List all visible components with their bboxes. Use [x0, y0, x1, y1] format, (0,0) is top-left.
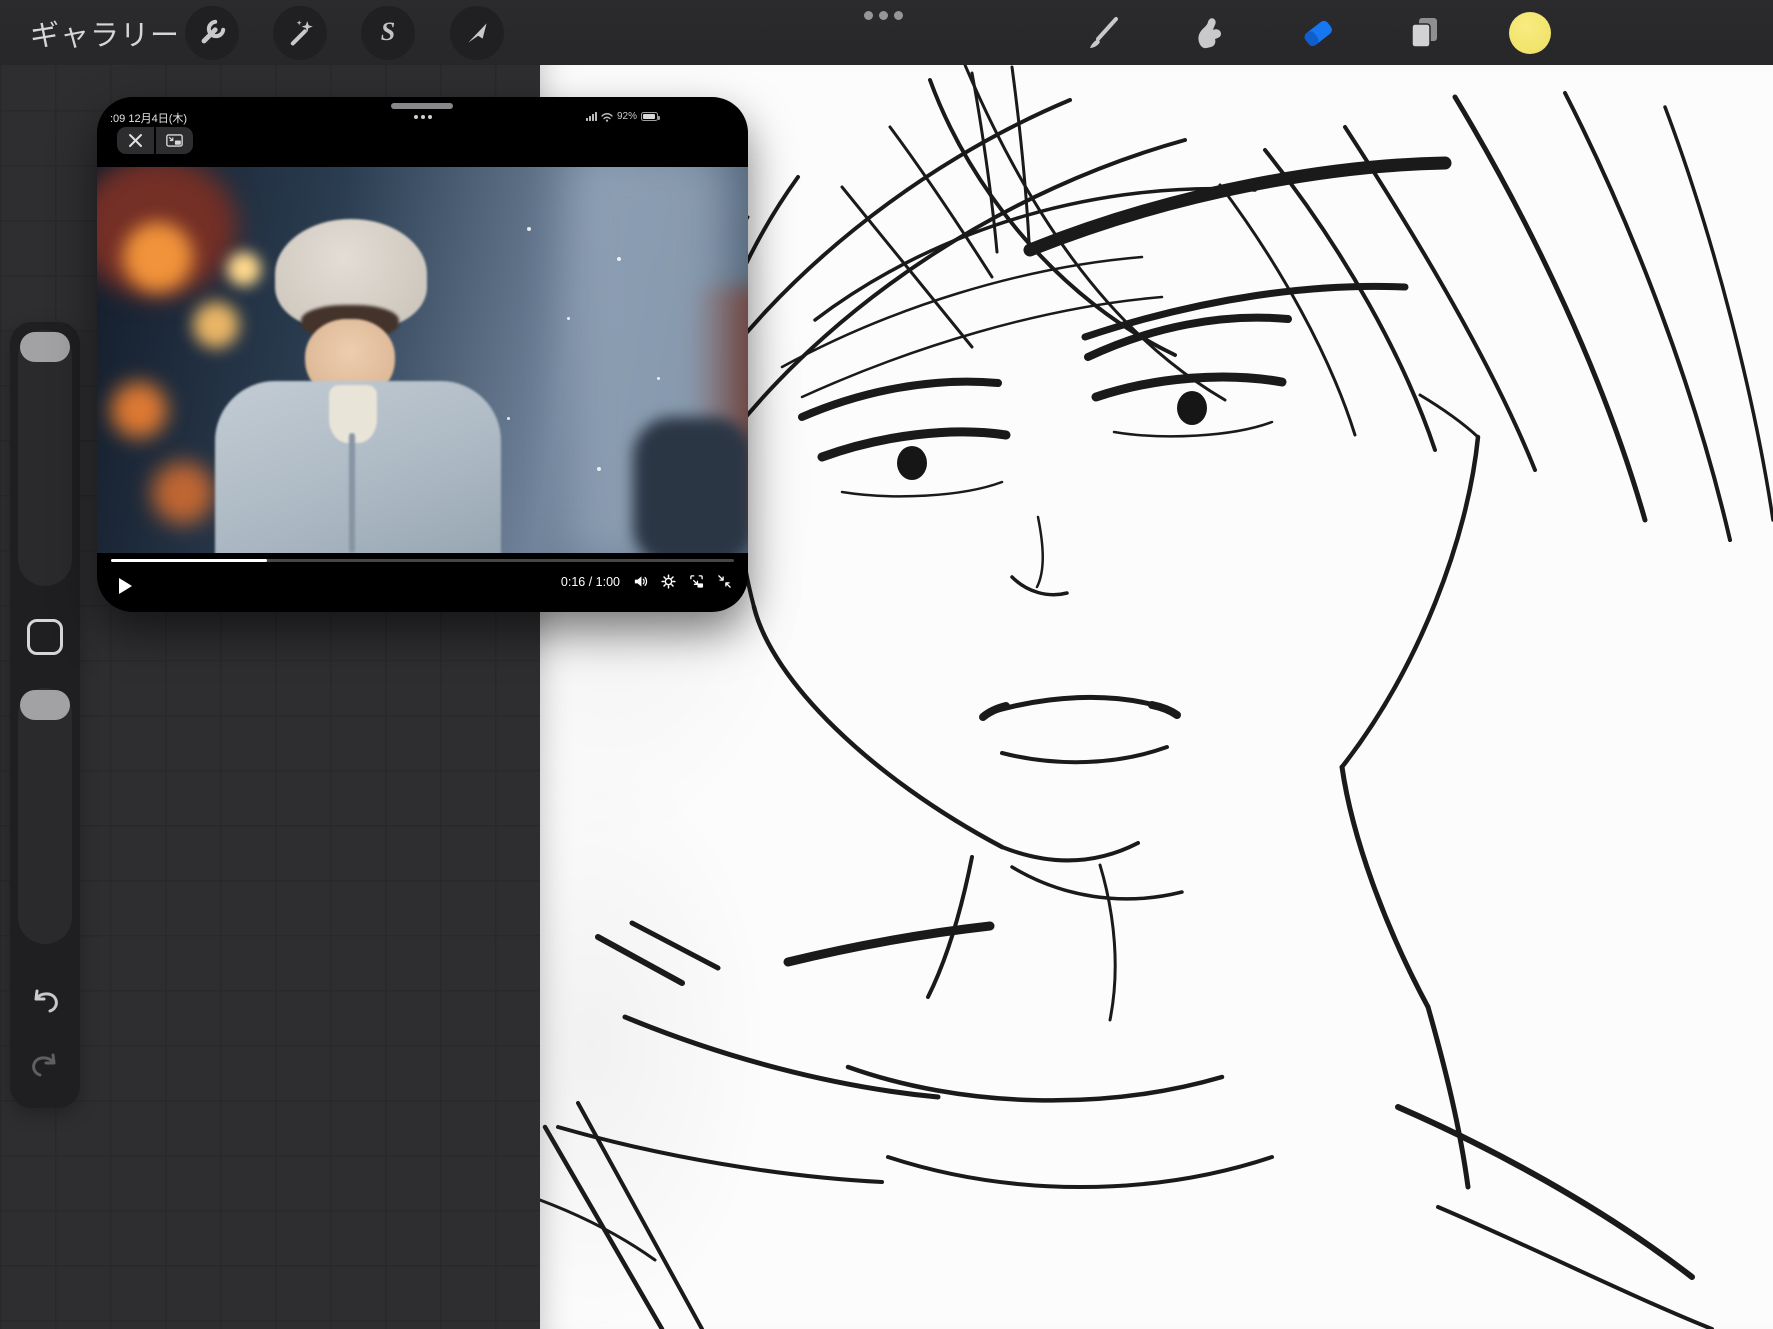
- battery-icon: [641, 112, 660, 121]
- modify-button[interactable]: [27, 619, 63, 655]
- smudge-tool-button[interactable]: [1184, 8, 1234, 58]
- pip-datetime: :09 12月4日(木): [110, 113, 188, 125]
- redo-button[interactable]: [10, 1048, 80, 1084]
- background-figure: [633, 417, 748, 553]
- bokeh-light: [152, 462, 214, 524]
- eraser-tool-button[interactable]: [1293, 8, 1343, 58]
- pip-exit-icon: [166, 134, 183, 147]
- pip-exit-button[interactable]: [156, 127, 193, 154]
- settings-gear-icon[interactable]: [661, 574, 676, 589]
- pip-button-pill: [117, 127, 193, 154]
- video-frame[interactable]: [97, 167, 748, 553]
- video-progress-bar[interactable]: [111, 559, 734, 562]
- snow-speck: [527, 227, 531, 231]
- snow-speck: [597, 467, 601, 471]
- close-button[interactable]: [117, 127, 154, 154]
- top-toolbar: ギャラリー S: [0, 0, 1773, 65]
- pip-ellipsis-icon: [413, 115, 432, 119]
- color-swatch: [1509, 12, 1551, 54]
- close-icon: [129, 134, 142, 147]
- procreate-app: ギャラリー S:09 12月4日(木) 92% 0:16 / 1:00: [0, 0, 1773, 1329]
- snow-speck: [617, 257, 621, 261]
- pip-mode-icon[interactable]: [689, 574, 704, 589]
- bokeh-light: [227, 252, 261, 286]
- adjustments-button[interactable]: [273, 6, 327, 60]
- video-controls: 0:16 / 1:00: [97, 571, 748, 603]
- wifi-icon: [601, 112, 613, 122]
- pip-video-window[interactable]: :09 12月4日(木) 92% 0:16 / 1:00: [97, 97, 748, 612]
- eraser-icon: [1304, 20, 1332, 46]
- brush-opacity-slider-handle[interactable]: [20, 690, 70, 720]
- snow-speck: [657, 377, 660, 380]
- transform-arrow-icon: [468, 23, 487, 43]
- brush-icon: [1090, 17, 1118, 48]
- actions-wrench-icon: [201, 19, 226, 44]
- pip-battery-cluster: 92%: [585, 111, 660, 122]
- snow-speck: [567, 317, 570, 320]
- pip-drag-handle[interactable]: [391, 103, 453, 109]
- selection-s-icon: S: [380, 17, 396, 46]
- brush-size-slider[interactable]: [18, 330, 72, 586]
- bokeh-light: [193, 302, 239, 348]
- fullscreen-exit-icon[interactable]: [717, 574, 732, 589]
- signal-icon: [585, 112, 597, 121]
- brush-tool-button[interactable]: [1078, 8, 1128, 58]
- volume-icon[interactable]: [633, 574, 648, 589]
- jacket-zipper-line: [349, 433, 355, 553]
- gallery-button[interactable]: ギャラリー: [30, 0, 180, 65]
- brush-size-slider-handle[interactable]: [20, 332, 70, 362]
- screen-options-icon[interactable]: [864, 11, 903, 20]
- video-time-display: 0:16 / 1:00: [560, 574, 620, 589]
- transform-button[interactable]: [450, 6, 504, 60]
- adjustments-magic-wand-icon: [290, 20, 313, 46]
- layers-icon: [1411, 18, 1437, 48]
- undo-icon: [34, 989, 58, 1013]
- color-button[interactable]: [1505, 8, 1555, 58]
- actions-button[interactable]: [185, 6, 239, 60]
- play-button[interactable]: [119, 578, 132, 594]
- layers-button[interactable]: [1399, 8, 1449, 58]
- redo-icon: [32, 1053, 56, 1077]
- bokeh-light: [111, 382, 167, 438]
- smudge-icon: [1198, 18, 1221, 49]
- undo-button[interactable]: [10, 984, 80, 1020]
- selection-button[interactable]: S: [361, 6, 415, 60]
- brush-opacity-slider[interactable]: [18, 688, 72, 944]
- snow-speck: [507, 417, 510, 420]
- sidebar-panel: [10, 322, 80, 1108]
- battery-percent: 92%: [616, 111, 637, 122]
- pip-status-bar: :09 12月4日(木) 92%: [97, 110, 748, 125]
- bokeh-light: [123, 222, 193, 292]
- video-progress-fill: [111, 559, 267, 562]
